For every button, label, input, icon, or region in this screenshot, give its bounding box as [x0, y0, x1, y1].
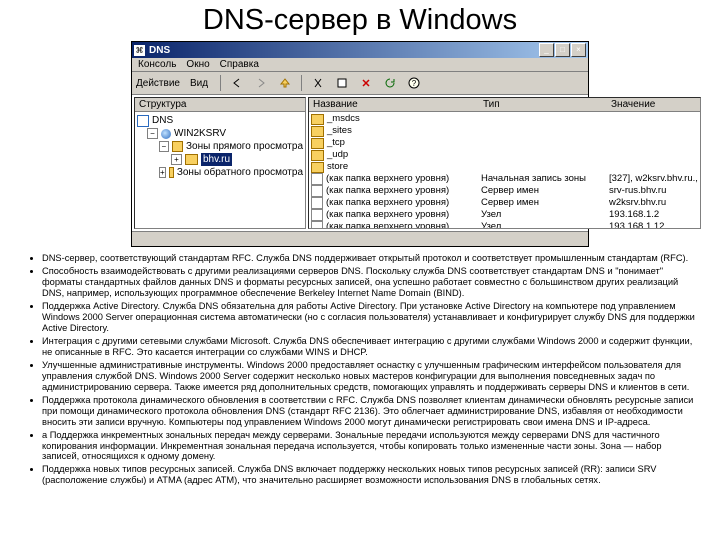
record-icon [311, 185, 323, 197]
bullet-item: Поддержка протокола динамического обновл… [42, 395, 696, 428]
col-value[interactable]: Значение [611, 99, 696, 110]
separator [220, 75, 221, 91]
back-icon[interactable] [227, 74, 247, 92]
folder-icon [311, 162, 324, 173]
list-header: Название Тип Значение [309, 98, 700, 112]
bullet-item: Улучшенные административные инструменты.… [42, 360, 696, 393]
expand-icon[interactable]: + [171, 154, 182, 165]
cut-icon[interactable] [308, 74, 328, 92]
statusbar [132, 231, 588, 246]
list-pane: Название Тип Значение _msdcs_sites_tcp_u… [308, 97, 701, 229]
menu-console[interactable]: Консоль [138, 59, 176, 70]
list-row[interactable]: _msdcs [309, 113, 700, 125]
folder-icon [311, 150, 324, 161]
maximize-button[interactable]: □ [555, 43, 570, 57]
list-row[interactable]: (как папка верхнего уровня)Узел193.168.1… [309, 221, 700, 228]
workarea: Структура DNS −WIN2KSRV −Зоны прямого пр… [132, 95, 588, 231]
menu-help[interactable]: Справка [220, 59, 259, 70]
window-title: DNS [149, 45, 539, 56]
folder-icon [169, 167, 174, 178]
svg-text:?: ? [412, 79, 417, 88]
toolbar-view[interactable]: Вид [190, 78, 208, 89]
tree-header: Структура [135, 98, 305, 112]
record-icon [311, 209, 323, 221]
tree-rev-zones[interactable]: +Зоны обратного просмотра [137, 166, 303, 179]
folder-icon [172, 141, 183, 152]
list-row[interactable]: (как папка верхнего уровня)Узел193.168.1… [309, 209, 700, 221]
collapse-icon[interactable]: − [147, 128, 158, 139]
body-bullets: DNS-сервер, соответствующий стандартам R… [24, 253, 696, 486]
menubar: Консоль Окно Справка [132, 58, 588, 72]
refresh-icon[interactable] [380, 74, 400, 92]
tree-zone-selected[interactable]: +bhv.ru [137, 153, 303, 166]
folder-icon [311, 114, 324, 125]
list-body: _msdcs_sites_tcp_udpstore(как папка верх… [309, 112, 700, 228]
list-row[interactable]: (как папка верхнего уровня)Начальная зап… [309, 173, 700, 185]
service-icon [137, 115, 149, 127]
col-type[interactable]: Тип [483, 99, 611, 110]
list-row[interactable]: _tcp [309, 137, 700, 149]
minimize-button[interactable]: _ [539, 43, 554, 57]
bullet-item: Интеграция с другими сетевыми службами M… [42, 336, 696, 358]
delete-icon[interactable] [356, 74, 376, 92]
record-icon [311, 221, 323, 228]
server-icon [161, 129, 171, 139]
tree-pane: Структура DNS −WIN2KSRV −Зоны прямого пр… [134, 97, 306, 229]
list-row[interactable]: (как папка верхнего уровня)Сервер именw2… [309, 197, 700, 209]
list-row[interactable]: store [309, 161, 700, 173]
titlebar: ⌘ DNS _ □ × [132, 42, 588, 58]
folder-icon [311, 138, 324, 149]
bullet-item: Поддержка новых типов ресурсных записей.… [42, 464, 696, 486]
properties-icon[interactable] [332, 74, 352, 92]
tree-server[interactable]: −WIN2KSRV [137, 127, 303, 140]
record-icon [311, 197, 323, 209]
menu-window[interactable]: Окно [186, 59, 209, 70]
forward-icon[interactable] [251, 74, 271, 92]
tree-fwd-zones[interactable]: −Зоны прямого просмотра [137, 140, 303, 153]
folder-icon [185, 154, 198, 165]
bullet-item: DNS-сервер, соответствующий стандартам R… [42, 253, 696, 264]
tree-root[interactable]: DNS [137, 114, 303, 127]
bullet-item: Поддержка Active Directory. Служба DNS о… [42, 301, 696, 334]
page-title: DNS-сервер в Windows [24, 4, 696, 37]
bullet-item: Способность взаимодействовать с другими … [42, 266, 696, 299]
folder-icon [311, 126, 324, 137]
collapse-icon[interactable]: − [159, 141, 169, 152]
close-button[interactable]: × [571, 43, 586, 57]
record-icon [311, 173, 323, 185]
list-row[interactable]: (как папка верхнего уровня)Сервер именsr… [309, 185, 700, 197]
help-icon[interactable]: ? [404, 74, 424, 92]
dns-mmc-screenshot: ⌘ DNS _ □ × Консоль Окно Справка Действи… [131, 41, 589, 247]
separator [301, 75, 302, 91]
col-name[interactable]: Название [313, 99, 483, 110]
toolbar-action[interactable]: Действие [136, 78, 180, 89]
list-row[interactable]: _sites [309, 125, 700, 137]
up-icon[interactable] [275, 74, 295, 92]
expand-icon[interactable]: + [159, 167, 166, 178]
bullet-item: а Поддержка инкрементных зональных перед… [42, 430, 696, 463]
toolbar: Действие Вид ? [132, 72, 588, 95]
app-icon: ⌘ [134, 45, 145, 56]
list-row[interactable]: _udp [309, 149, 700, 161]
